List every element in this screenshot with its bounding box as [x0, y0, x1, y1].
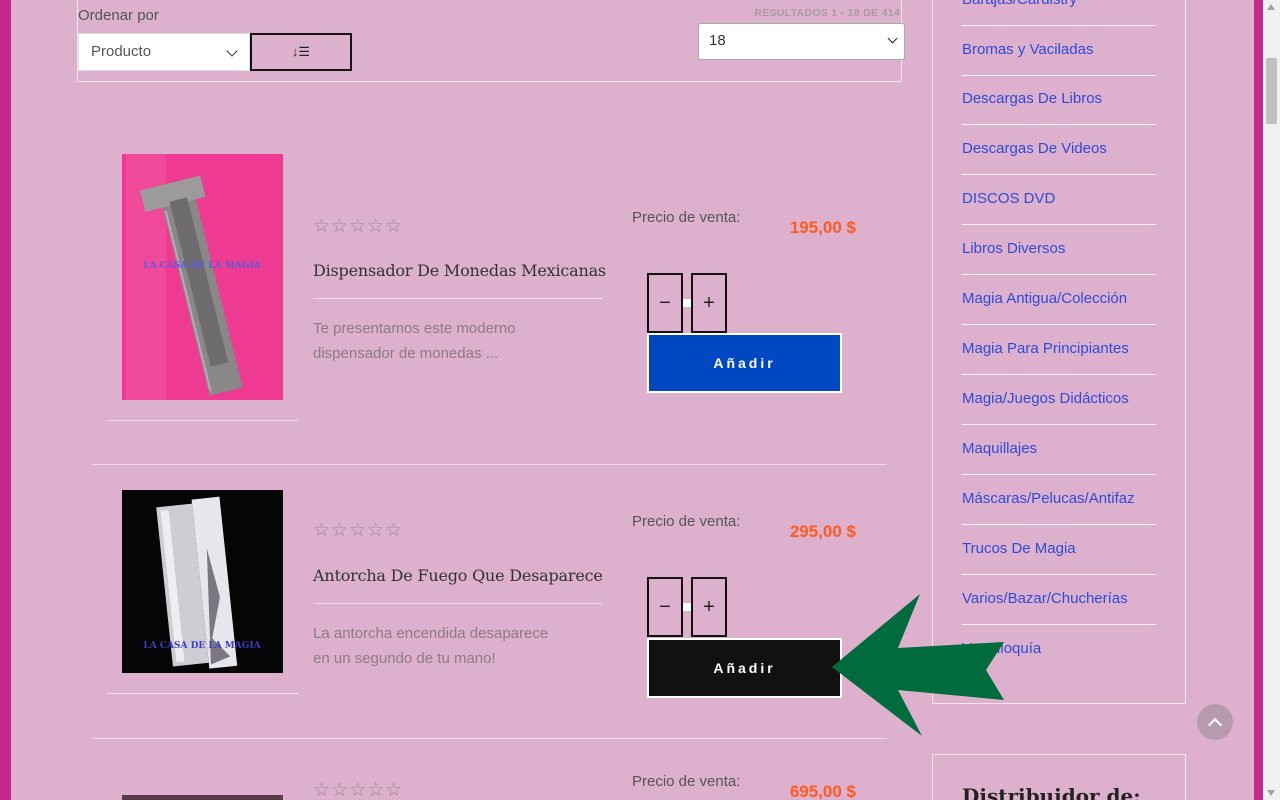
product-title[interactable]: Antorcha De Fuego Que Desaparece	[313, 566, 613, 585]
scrollbar[interactable]	[1263, 0, 1280, 800]
image-divider	[107, 420, 298, 421]
rating-stars: ☆☆☆☆☆	[313, 780, 404, 800]
quantity-increase-button[interactable]: +	[691, 273, 727, 333]
category-link[interactable]: Libros Diversos	[962, 225, 1156, 275]
quantity-decrease-button[interactable]: −	[647, 273, 683, 333]
annotation-arrow-icon	[832, 594, 1004, 736]
minus-icon: −	[659, 595, 671, 618]
chevron-up-icon	[1207, 717, 1223, 732]
chevron-down-icon	[887, 33, 898, 44]
product-divider	[92, 464, 887, 465]
product-divider	[92, 738, 887, 739]
product-description: Te presentamos este moderno dispensador …	[313, 320, 516, 362]
scroll-down-icon[interactable]	[1267, 790, 1275, 796]
add-to-cart-label: Añadir	[713, 660, 776, 676]
product-row: LA CASA DE LA MAGIA ☆☆☆☆☆ Antorcha De Fu…	[92, 490, 887, 740]
product-description: La antorcha encendida desaparece en un s…	[313, 625, 549, 667]
price-label: Precio de venta:	[632, 209, 741, 226]
price-label: Precio de venta:	[632, 513, 741, 530]
scrollbar-thumb[interactable]	[1266, 58, 1277, 124]
scroll-up-icon[interactable]	[1267, 4, 1275, 10]
plus-icon: +	[703, 595, 715, 618]
product-price: 695,00 $	[789, 782, 856, 800]
product-price: 295,00 $	[789, 522, 856, 541]
svg-text:LA CASA DE LA MAGIA: LA CASA DE LA MAGIA	[143, 261, 261, 271]
per-page-select[interactable]: 18	[698, 23, 905, 60]
image-divider	[107, 693, 298, 694]
order-by-label: Ordenar por	[78, 7, 159, 24]
plus-icon: +	[703, 291, 715, 314]
category-link[interactable]: Magia Para Principiantes	[962, 325, 1156, 375]
order-by-value: Producto	[91, 43, 152, 60]
category-link[interactable]: Descargas De Videos	[962, 125, 1156, 175]
product-price: 195,00 $	[789, 218, 856, 237]
product-title[interactable]: Dispensador De Monedas Mexicanas	[313, 261, 613, 280]
quantity-input[interactable]	[683, 603, 691, 611]
product-row: ☆☆☆☆☆ Precio de venta: 695,00 $	[92, 770, 887, 800]
order-by-select[interactable]: Producto	[78, 33, 250, 71]
add-to-cart-label: Añadir	[713, 355, 776, 371]
category-link[interactable]: Magia Antigua/Colección	[962, 275, 1156, 325]
category-link[interactable]: Maquillajes	[962, 425, 1156, 475]
quantity-increase-button[interactable]: +	[691, 577, 727, 637]
per-page-value: 18	[709, 32, 726, 49]
distributor-title: Distribuidor de:	[962, 784, 1141, 800]
add-to-cart-button[interactable]: Añadir	[647, 638, 842, 698]
rating-stars: ☆☆☆☆☆	[313, 520, 404, 541]
chevron-down-icon	[226, 45, 238, 57]
product-image[interactable]: LA CASA DE LA MAGIA	[122, 154, 283, 400]
quantity-input[interactable]	[683, 299, 691, 307]
title-divider	[313, 603, 602, 604]
back-to-top-button[interactable]	[1197, 704, 1233, 740]
category-link[interactable]: Máscaras/Pelucas/Antifaz	[962, 475, 1156, 525]
product-image[interactable]: LA CASA DE LA MAGIA	[122, 490, 283, 673]
minus-icon: −	[659, 291, 671, 314]
add-to-cart-button[interactable]: Añadir	[647, 333, 842, 393]
svg-text:LA CASA DE LA MAGIA: LA CASA DE LA MAGIA	[143, 641, 261, 651]
rating-stars: ☆☆☆☆☆	[313, 216, 404, 237]
category-link[interactable]: DISCOS DVD	[962, 175, 1156, 225]
category-link[interactable]: Descargas De Libros	[962, 75, 1156, 125]
category-link[interactable]: Trucos De Magia	[962, 525, 1156, 575]
coin-dispenser-image: LA CASA DE LA MAGIA	[122, 154, 283, 400]
torch-image: LA CASA DE LA MAGIA	[122, 490, 283, 673]
page-content: Ordenar por Producto ↓☰ RESULTADOS 1 - 1…	[11, 0, 1254, 800]
title-divider	[313, 298, 602, 299]
quantity-decrease-button[interactable]: −	[647, 577, 683, 637]
product-image[interactable]	[122, 795, 283, 800]
category-link[interactable]: Bromas y Vaciladas	[962, 26, 1156, 76]
product-row: LA CASA DE LA MAGIA ☆☆☆☆☆ Dispensador De…	[92, 154, 887, 466]
category-link[interactable]: Magia/Juegos Didácticos	[962, 375, 1156, 425]
results-count: RESULTADOS 1 - 18 DE 414	[754, 7, 900, 19]
price-label: Precio de venta:	[632, 773, 741, 790]
sort-ascending-icon: ↓☰	[291, 44, 311, 59]
category-link[interactable]: Barajas/Cardistry	[962, 0, 1156, 26]
sort-direction-button[interactable]: ↓☰	[250, 33, 352, 71]
